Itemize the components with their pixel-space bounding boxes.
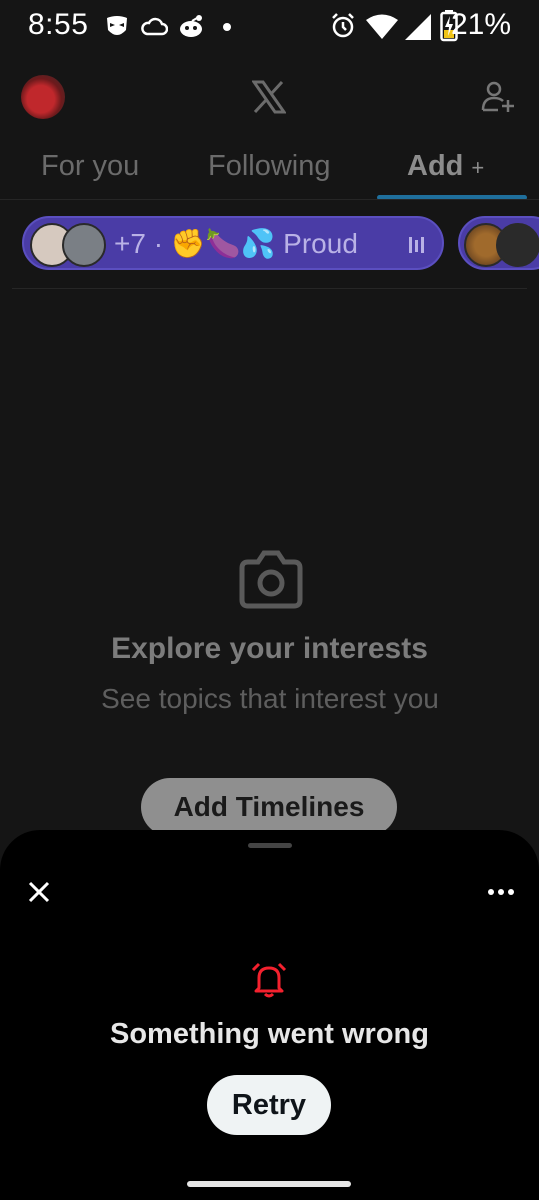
empty-state-title: Explore your interests — [111, 632, 428, 665]
grindr-icon — [107, 16, 127, 35]
tab-add-label: Add — [407, 150, 464, 182]
follow-person-icon[interactable] — [481, 80, 515, 114]
add-timelines-button[interactable]: Add Timelines — [141, 778, 397, 836]
tab-add-plus: + — [471, 155, 485, 180]
space-card[interactable] — [458, 216, 539, 270]
space-host-avatar — [496, 223, 539, 267]
space-host-avatar — [62, 223, 106, 267]
close-icon[interactable] — [25, 878, 53, 906]
audio-bars-icon — [409, 237, 424, 253]
home-indicator[interactable] — [187, 1181, 351, 1187]
status-time: 8:55 — [28, 8, 89, 41]
retry-button[interactable]: Retry — [207, 1075, 331, 1135]
divider — [12, 288, 527, 289]
x-logo-icon[interactable] — [252, 80, 286, 114]
battery-percent: 21% — [450, 8, 511, 41]
signal-icon — [405, 14, 431, 40]
status-bar: 8:55 21% — [0, 0, 539, 52]
wifi-icon — [366, 14, 398, 39]
alert-bell-icon — [251, 962, 287, 998]
space-card[interactable]: +7 · ✊🍆💦 Proud — [22, 216, 444, 270]
sheet-drag-handle[interactable] — [248, 843, 292, 848]
divider — [0, 199, 539, 200]
bottom-sheet: Something went wrong Retry — [0, 830, 539, 1200]
alarm-icon — [332, 13, 354, 38]
camera-icon — [239, 550, 303, 609]
cloud-icon — [141, 17, 168, 36]
tab-following[interactable]: Following — [208, 150, 331, 183]
more-options-icon[interactable] — [487, 888, 515, 896]
space-title: +7 · ✊🍆💦 Proud — [114, 228, 358, 259]
reddit-icon — [180, 15, 202, 37]
empty-state-subtitle: See topics that interest you — [101, 683, 439, 714]
tab-add[interactable]: Add + — [407, 150, 484, 183]
dot-icon — [223, 23, 231, 31]
timeline-tabs: For you Following Add + — [0, 140, 539, 200]
error-title: Something went wrong — [110, 1018, 429, 1050]
avatar[interactable] — [21, 75, 65, 119]
tab-for-you[interactable]: For you — [41, 150, 139, 183]
